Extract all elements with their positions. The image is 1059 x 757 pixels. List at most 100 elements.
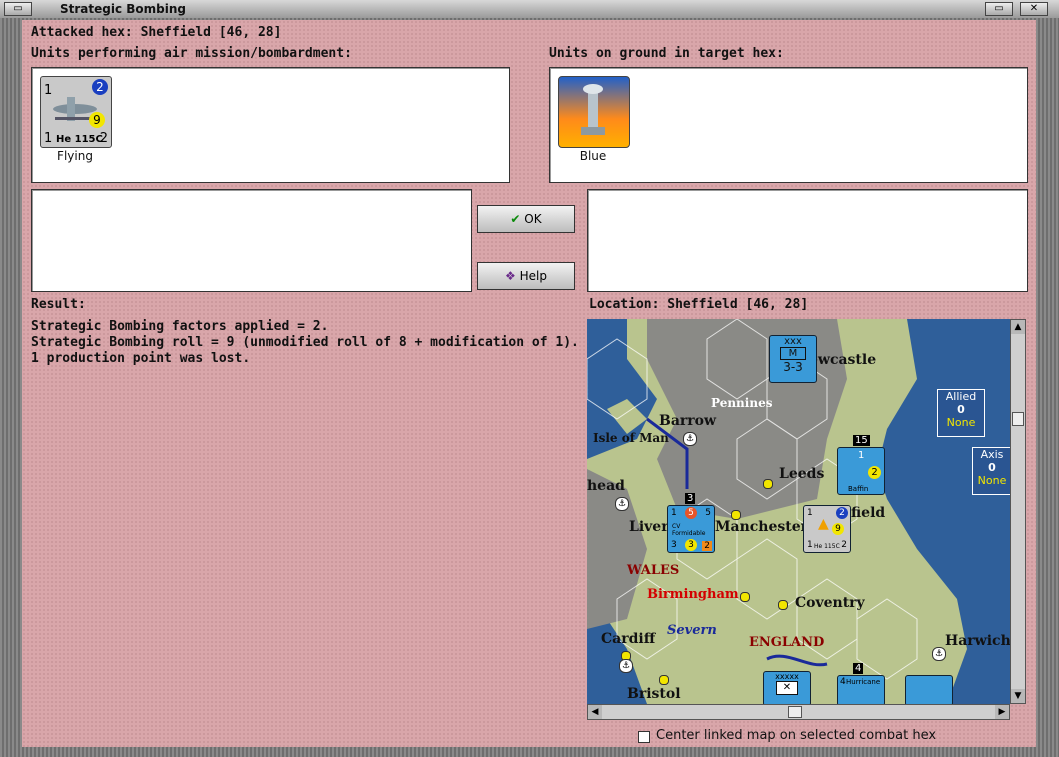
- port-anchor-icon: ⚓: [932, 647, 946, 661]
- map-place-label: ewcastle: [809, 352, 877, 368]
- corps-strength: 3-3: [783, 360, 803, 374]
- ok-button[interactable]: ✔ OK: [477, 205, 575, 233]
- axis-label: Axis: [980, 448, 1004, 461]
- ship-name: Baffin: [848, 485, 869, 493]
- fighter-top: 4: [840, 677, 846, 687]
- axis-sub: None: [977, 474, 1007, 487]
- scroll-up-arrow[interactable]: ▲: [1011, 320, 1025, 334]
- map-place-label: Leeds: [779, 466, 825, 482]
- city-dot: [740, 592, 750, 602]
- bomber-bl: 1: [807, 540, 813, 550]
- corps-type: M: [780, 347, 806, 360]
- attacker-message-box: [31, 189, 472, 292]
- map-fighter-counter[interactable]: 4 Hurricane: [837, 675, 885, 704]
- ground-unit-counter[interactable]: [558, 76, 630, 148]
- allied-info-box: Allied 0 None: [937, 389, 985, 437]
- result-label: Result:: [31, 297, 86, 312]
- carrier-tr: 5: [705, 508, 711, 518]
- location-label: Location: Sheffield [46, 28]: [589, 297, 809, 312]
- ship-bombard-value: 2: [868, 466, 881, 479]
- allied-label: Allied: [945, 390, 977, 403]
- port-anchor-icon: ⚓: [615, 497, 629, 511]
- ship-top-value: 1: [858, 450, 865, 461]
- window-title: Strategic Bombing: [60, 2, 186, 16]
- map-bomber-counter[interactable]: 1 2 9 1 He 115C 2 ▲: [803, 505, 851, 553]
- scroll-right-arrow[interactable]: ▶: [995, 705, 1009, 719]
- map-place-label: Manchester: [715, 519, 808, 535]
- map-place-label: field: [851, 505, 886, 521]
- map-place-label: Pennines: [711, 396, 773, 410]
- carrier-tl: 1: [671, 508, 677, 518]
- city-dot: [659, 675, 669, 685]
- scroll-left-arrow[interactable]: ◀: [588, 705, 602, 719]
- defender-message-box: [587, 189, 1028, 292]
- ground-units-label: Units on ground in target hex:: [549, 46, 784, 61]
- center-map-checkbox[interactable]: [638, 731, 650, 743]
- ok-button-label: OK: [524, 212, 542, 226]
- map-place-label: Bristol: [627, 686, 681, 702]
- map-river-label: Severn: [667, 623, 717, 638]
- city-dot: [763, 479, 773, 489]
- map-ship-counter[interactable]: 1 2 Baffin: [837, 447, 885, 495]
- bomber-tl: 1: [807, 508, 813, 518]
- linked-map[interactable]: ewcastle Pennines Barrow Isle of Man Lee…: [587, 319, 1010, 704]
- map-vertical-scrollbar[interactable]: ▲ ▼: [1010, 319, 1026, 704]
- carrier-bm: 3: [685, 539, 697, 551]
- allied-value: 0: [957, 403, 965, 416]
- map-carrier-counter[interactable]: 1 5 5 CV Formidable 3 3 2: [667, 505, 715, 553]
- map-place-label: head: [587, 478, 625, 494]
- carrier-br: 2: [702, 541, 712, 551]
- bomber-b: 9: [832, 523, 844, 535]
- city-dot: [731, 510, 741, 520]
- carrier-tm: 5: [685, 507, 697, 519]
- allied-sub: None: [946, 416, 976, 429]
- center-map-checkbox-label: Center linked map on selected combat hex: [656, 728, 937, 743]
- map-place-label: Liver: [629, 519, 669, 535]
- close-button[interactable]: ✕: [1020, 2, 1048, 16]
- port-anchor-icon: ⚓: [619, 659, 633, 673]
- system-menu-button[interactable]: ▭: [4, 2, 32, 16]
- map-place-label: Isle of Man: [593, 431, 669, 445]
- unit-bottom-left-value: 1: [44, 131, 53, 146]
- vertical-scroll-thumb[interactable]: [1012, 412, 1024, 426]
- check-icon: ✔: [510, 212, 521, 226]
- map-place-label: Barrow: [659, 413, 717, 429]
- minimize-button[interactable]: ▭: [985, 2, 1013, 16]
- axis-value: 0: [988, 461, 996, 474]
- stack-count-badge: 3: [685, 493, 696, 504]
- map-air-counter[interactable]: [905, 675, 953, 704]
- ground-units-box: Blue: [549, 67, 1028, 183]
- map-corps-counter[interactable]: xxx M 3-3: [769, 335, 817, 383]
- air-units-label: Units performing air mission/bombardment…: [31, 46, 352, 61]
- scroll-down-arrow[interactable]: ▼: [1011, 689, 1025, 703]
- map-region-label: WALES: [627, 563, 680, 578]
- map-place-label: Cardiff: [601, 631, 656, 647]
- help-button-label: Help: [519, 269, 547, 283]
- unit-bombing-value: 9: [89, 112, 105, 128]
- army-type-icon: ✕: [776, 681, 798, 695]
- city-dot: [778, 600, 788, 610]
- horizontal-scroll-thumb[interactable]: [788, 706, 802, 718]
- title-bar: ▭ Strategic Bombing ▭ ✕: [0, 0, 1059, 19]
- result-line: 1 production point was lost.: [31, 351, 251, 366]
- help-button[interactable]: ❖ Help: [477, 262, 575, 290]
- help-book-icon: ❖: [505, 269, 516, 283]
- air-unit-counter[interactable]: 1 2 9 1 He 115C 2: [40, 76, 112, 148]
- map-place-label: Coventry: [795, 595, 865, 611]
- result-line: Strategic Bombing factors applied = 2.: [31, 319, 329, 334]
- army-size: xxxxx: [775, 672, 799, 681]
- carrier-bl: 3: [671, 540, 677, 550]
- map-army-counter[interactable]: xxxxx ✕: [763, 671, 811, 704]
- carrier-name: CV Formidable: [672, 523, 706, 537]
- attacked-hex-label: Attacked hex: Sheffield [46, 28]: [31, 25, 282, 40]
- stack-count-badge: 15: [853, 435, 870, 446]
- port-anchor-icon: ⚓: [683, 432, 697, 446]
- air-unit-status: Flying: [57, 149, 93, 163]
- map-horizontal-scrollbar[interactable]: ◀ ▶: [587, 704, 1010, 720]
- unit-name: He 115C: [56, 134, 103, 145]
- bomber-tr: 2: [836, 507, 848, 519]
- ground-unit-status: Blue: [579, 149, 607, 163]
- corps-size: xxx: [784, 336, 802, 347]
- bomber-br: 2: [841, 540, 847, 550]
- air-units-box: 1 2 9 1 He 115C 2 Flying: [31, 67, 510, 183]
